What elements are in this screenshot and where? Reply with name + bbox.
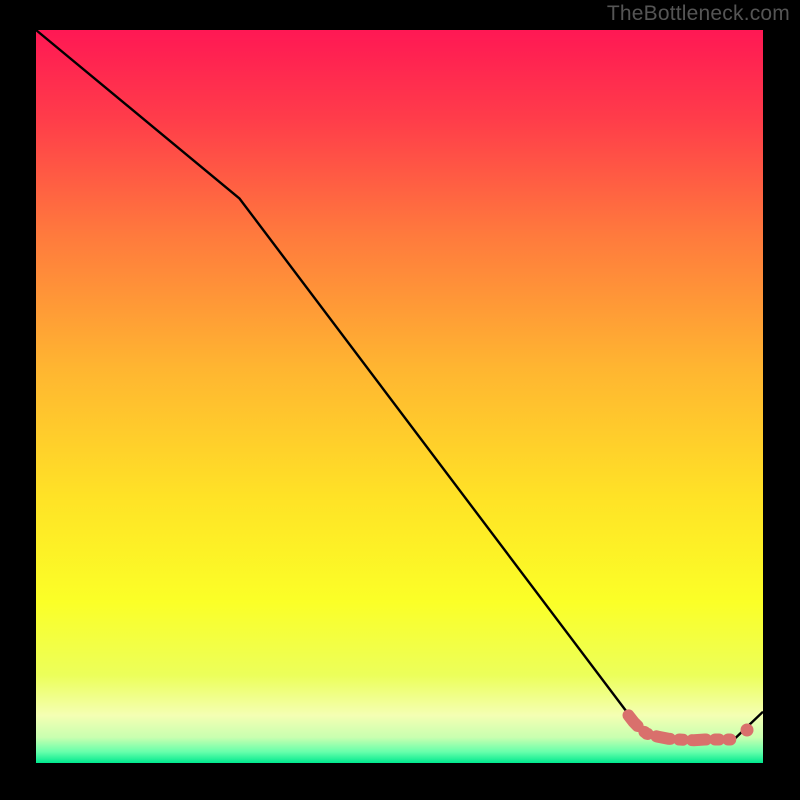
watermark-text: TheBottleneck.com bbox=[607, 2, 790, 26]
highlight-dot bbox=[741, 724, 754, 737]
bottleneck-chart bbox=[0, 0, 800, 800]
chart-stage: TheBottleneck.com bbox=[0, 0, 800, 800]
plot-background bbox=[36, 30, 763, 763]
